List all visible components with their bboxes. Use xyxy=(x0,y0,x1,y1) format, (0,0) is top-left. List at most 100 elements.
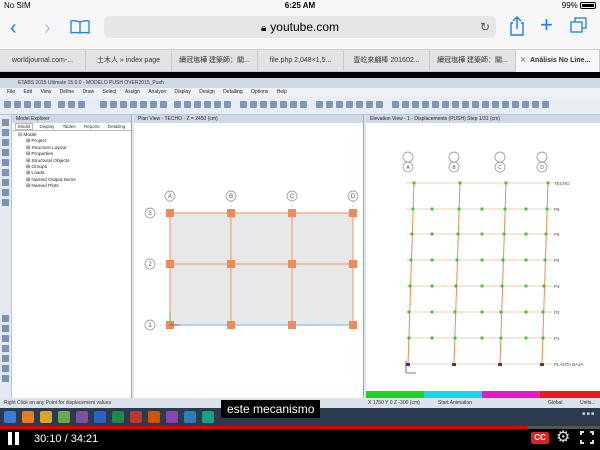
toolbar-icon[interactable] xyxy=(366,101,373,108)
toolbar-icon[interactable] xyxy=(280,101,287,108)
reload-icon[interactable]: ↻ xyxy=(480,16,490,38)
view-3d-icon[interactable] xyxy=(174,101,181,108)
column[interactable] xyxy=(166,260,174,268)
toolbar-icon[interactable] xyxy=(432,101,439,108)
toolbar-icon[interactable] xyxy=(402,101,409,108)
menu-file[interactable]: File xyxy=(7,89,15,95)
toolbar-icon[interactable] xyxy=(376,101,383,108)
taskbar-app-icon[interactable] xyxy=(40,411,52,423)
taskbar-app-icon[interactable] xyxy=(58,411,70,423)
toolbar-icon[interactable] xyxy=(2,355,9,362)
close-tab-icon[interactable]: ✕ xyxy=(520,50,526,72)
taskbar-app-icon[interactable] xyxy=(166,411,178,423)
toolbar-icon[interactable] xyxy=(224,101,231,108)
back-chevron-icon[interactable]: ‹ xyxy=(10,18,17,38)
toolbar-icon[interactable] xyxy=(270,101,277,108)
column[interactable] xyxy=(227,260,235,268)
toolbar-icon[interactable] xyxy=(290,101,297,108)
toolbar-icon[interactable] xyxy=(14,101,21,108)
toolbar-icon[interactable] xyxy=(34,101,41,108)
toolbar-icon[interactable] xyxy=(346,101,353,108)
menu-select[interactable]: Select xyxy=(103,89,117,95)
toolbar-icon[interactable] xyxy=(522,101,529,108)
toolbar-icon[interactable] xyxy=(492,101,499,108)
elevation-view-panel[interactable]: Elevation View - 1 - Displacements (PUSH… xyxy=(366,115,600,398)
menu-display[interactable]: Display xyxy=(174,89,190,95)
browser-tab[interactable]: 壹屹來翩棒 201602... xyxy=(344,50,430,72)
browser-tab[interactable]: 土木人 » index page xyxy=(86,50,172,72)
explorer-tab-detailing[interactable]: Detailing xyxy=(106,124,128,129)
tree-item[interactable]: ⊞ Named Plots xyxy=(18,184,131,190)
explorer-tab-model[interactable]: Model xyxy=(15,123,34,130)
zoom-icon[interactable] xyxy=(150,101,157,108)
menu-options[interactable]: Options xyxy=(251,89,268,95)
toolbar-icon[interactable] xyxy=(2,159,9,166)
taskbar-app-icon[interactable] xyxy=(202,411,214,423)
toolbar-icon[interactable] xyxy=(412,101,419,108)
column[interactable] xyxy=(288,260,296,268)
toolbar-icon[interactable] xyxy=(260,101,267,108)
toolbar-icon[interactable] xyxy=(2,345,9,352)
column[interactable] xyxy=(349,209,357,217)
menu-draw[interactable]: Draw xyxy=(82,89,94,95)
menu-design[interactable]: Design xyxy=(199,89,215,95)
taskbar-app-icon[interactable] xyxy=(76,411,88,423)
toolbar-icon[interactable] xyxy=(472,101,479,108)
tabs-overview-icon[interactable] xyxy=(570,17,588,38)
toolbar-icon[interactable] xyxy=(2,315,9,322)
word-icon[interactable] xyxy=(94,411,106,423)
toolbar-icon[interactable] xyxy=(2,179,9,186)
browser-tab[interactable]: file.php 2,048×1,5... xyxy=(258,50,344,72)
start-animation-button[interactable]: Start Animation xyxy=(438,398,472,408)
new-tab-plus-icon[interactable]: + xyxy=(540,14,553,36)
menu-assign[interactable]: Assign xyxy=(125,89,140,95)
toolbar-icon[interactable] xyxy=(44,101,51,108)
toolbar-icon[interactable] xyxy=(512,101,519,108)
video-player[interactable]: ETABS 2015 Ultimate 15.0.0 - MODELO PUSH… xyxy=(0,72,600,450)
pointer-icon[interactable] xyxy=(2,119,9,126)
gear-icon[interactable]: ⚙ xyxy=(556,429,570,447)
toolbar-icon[interactable] xyxy=(78,101,85,108)
toolbar-icon[interactable] xyxy=(2,325,9,332)
toolbar-icon[interactable] xyxy=(482,101,489,108)
pause-icon[interactable] xyxy=(8,432,20,446)
menu-help[interactable]: Help xyxy=(277,89,287,95)
taskbar-app-icon[interactable] xyxy=(148,411,160,423)
zoom-icon[interactable] xyxy=(120,101,127,108)
column[interactable] xyxy=(349,321,357,329)
toolbar-icon[interactable] xyxy=(2,335,9,342)
plan-view-panel[interactable]: Plan View - TECHO - Z = 2450 (cm) A B C … xyxy=(134,115,364,398)
toolbar-icon[interactable] xyxy=(184,101,191,108)
excel-icon[interactable] xyxy=(112,411,124,423)
progress-bar[interactable] xyxy=(0,426,600,429)
explorer-tab-display[interactable]: Display xyxy=(38,124,57,129)
toolbar-icon[interactable] xyxy=(542,101,549,108)
toolbar-icon[interactable] xyxy=(2,129,9,136)
toolbar-icon[interactable] xyxy=(356,101,363,108)
zoom-icon[interactable] xyxy=(110,101,117,108)
toolbar-icon[interactable] xyxy=(502,101,509,108)
browser-tab-active[interactable]: ✕ Análisis No Line... xyxy=(516,50,600,72)
menu-define[interactable]: Define xyxy=(60,89,74,95)
share-icon[interactable] xyxy=(508,16,526,41)
toolbar-icon[interactable] xyxy=(68,101,75,108)
bookmarks-icon[interactable] xyxy=(70,20,90,39)
toolbar-icon[interactable] xyxy=(24,101,31,108)
toolbar-icon[interactable] xyxy=(422,101,429,108)
taskbar-app-icon[interactable] xyxy=(184,411,196,423)
coordinate-system-select[interactable]: Global xyxy=(548,398,562,408)
toolbar-icon[interactable] xyxy=(452,101,459,108)
toolbar-icon[interactable] xyxy=(2,139,9,146)
menu-detailing[interactable]: Detailing xyxy=(223,89,242,95)
zoom-icon[interactable] xyxy=(130,101,137,108)
toolbar-icon[interactable] xyxy=(300,101,307,108)
toolbar-icon[interactable] xyxy=(336,101,343,108)
units-button[interactable]: Units... xyxy=(580,398,596,408)
start-button-icon[interactable] xyxy=(4,411,16,423)
toolbar-icon[interactable] xyxy=(160,101,167,108)
column[interactable] xyxy=(349,260,357,268)
column[interactable] xyxy=(227,209,235,217)
toolbar-icon[interactable] xyxy=(2,189,9,196)
explorer-tab-tables[interactable]: Tables xyxy=(61,124,78,129)
browser-tab[interactable]: 續冠塩樺 建築師：關... xyxy=(172,50,258,72)
